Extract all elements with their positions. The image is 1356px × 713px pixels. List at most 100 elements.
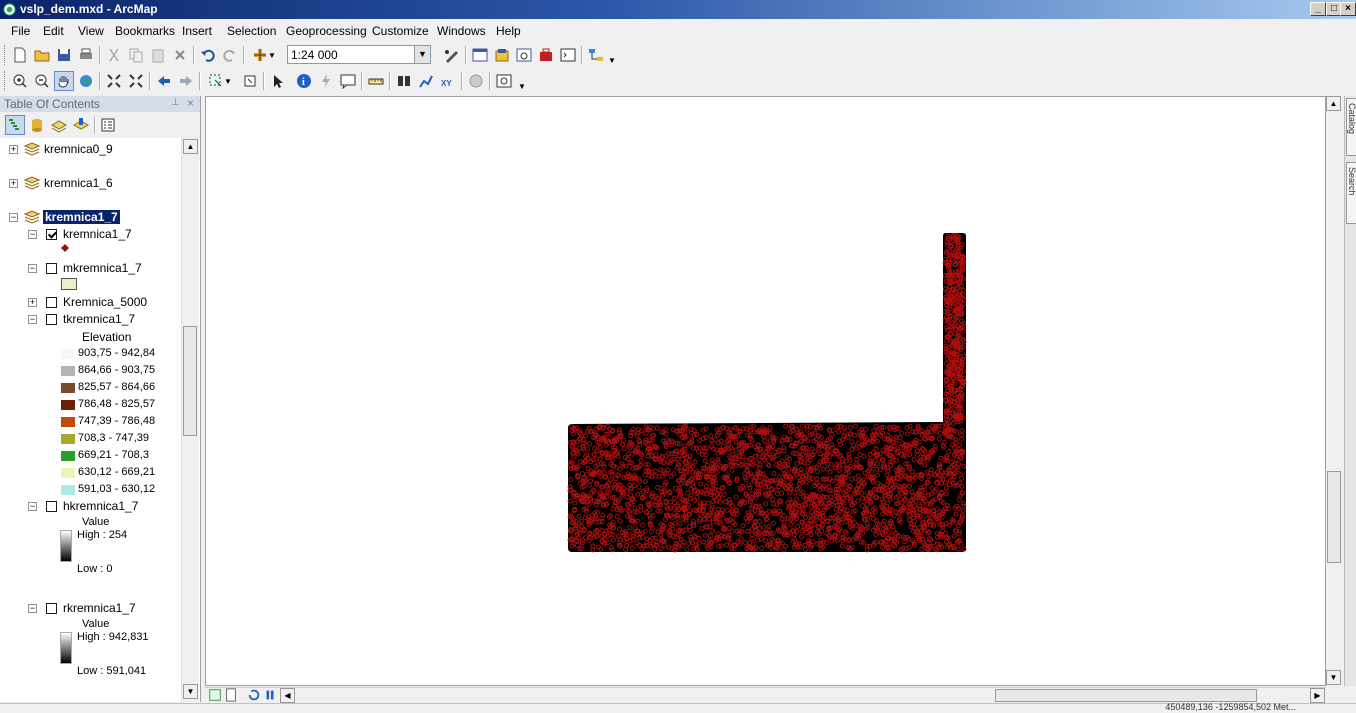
fixed-zoom-out-icon[interactable] <box>126 71 146 91</box>
scroll-thumb[interactable] <box>183 326 197 436</box>
menu-customize[interactable]: Customize <box>372 24 429 38</box>
catalog-tab[interactable]: Catalog <box>1346 98 1356 156</box>
identify-icon[interactable]: i <box>294 71 314 91</box>
minimize-button[interactable]: _ <box>1310 2 1326 16</box>
zoom-in-icon[interactable] <box>10 71 30 91</box>
delete-icon[interactable] <box>170 45 190 65</box>
collapse-icon[interactable]: − <box>28 264 37 273</box>
collapse-icon[interactable]: − <box>28 502 37 511</box>
list-by-source-icon[interactable] <box>27 115 47 135</box>
menu-help[interactable]: Help <box>496 24 521 38</box>
layer-visibility-checkbox[interactable] <box>46 314 57 325</box>
list-by-drawing-order-icon[interactable] <box>5 115 25 135</box>
hyperlink-icon[interactable] <box>316 71 336 91</box>
add-data-icon[interactable]: ▼ <box>248 45 280 65</box>
layer-visibility-checkbox[interactable] <box>46 229 57 240</box>
viewer-window-icon[interactable] <box>494 71 514 91</box>
undo-icon[interactable] <box>198 45 218 65</box>
menu-bookmarks[interactable]: Bookmarks <box>115 24 175 38</box>
select-elements-icon[interactable] <box>268 71 288 91</box>
menu-windows[interactable]: Windows <box>437 24 486 38</box>
search-tab[interactable]: Search <box>1346 162 1356 224</box>
close-icon[interactable]: × <box>187 96 194 110</box>
data-view-icon[interactable] <box>208 688 222 702</box>
layer-visibility-checkbox[interactable] <box>46 603 57 614</box>
scroll-down-icon[interactable]: ▼ <box>183 684 198 699</box>
layout-view-icon[interactable] <box>224 688 238 702</box>
scroll-down-icon[interactable]: ▼ <box>1326 670 1341 685</box>
expand-icon[interactable]: + <box>28 298 37 307</box>
collapse-icon[interactable]: − <box>28 230 37 239</box>
measure-icon[interactable] <box>366 71 386 91</box>
go-to-xy-icon[interactable]: XY <box>438 71 458 91</box>
layer-kremnica1-6[interactable]: kremnica1_6 <box>44 176 113 190</box>
scroll-thumb[interactable] <box>995 689 1257 702</box>
print-icon[interactable] <box>76 45 96 65</box>
menu-insert[interactable]: Insert <box>182 24 212 38</box>
paste-icon[interactable] <box>148 45 168 65</box>
toolbar-grip[interactable] <box>4 45 8 65</box>
collapse-icon[interactable]: − <box>28 604 37 613</box>
refresh-icon[interactable] <box>247 688 261 702</box>
layer-tkremnica1-7[interactable]: tkremnica1_7 <box>63 312 135 326</box>
pan-icon[interactable] <box>54 71 74 91</box>
toolbar-grip[interactable] <box>4 71 8 91</box>
redo-icon[interactable] <box>220 45 240 65</box>
pin-icon[interactable]: ⊥ <box>171 97 180 108</box>
layer-mkremnica1-7[interactable]: mkremnica1_7 <box>63 261 142 275</box>
layer-visibility-checkbox[interactable] <box>46 263 57 274</box>
layer-kremnica1-7-group[interactable]: kremnica1_7 <box>43 210 120 224</box>
html-popup-icon[interactable] <box>338 71 358 91</box>
find-icon[interactable] <box>394 71 414 91</box>
back-icon[interactable] <box>154 71 174 91</box>
catalog-icon[interactable] <box>492 45 512 65</box>
zoom-out-icon[interactable] <box>32 71 52 91</box>
map-vertical-scrollbar[interactable]: ▲ ▼ <box>1326 96 1342 686</box>
map-scale-combo[interactable]: 1:24 000 ▼ <box>287 45 431 64</box>
layer-rkremnica1-7[interactable]: rkremnica1_7 <box>63 601 136 615</box>
full-extent-icon[interactable] <box>76 71 96 91</box>
expand-icon[interactable]: + <box>9 145 18 154</box>
scroll-up-icon[interactable]: ▲ <box>1326 96 1341 111</box>
model-builder-icon[interactable] <box>586 45 606 65</box>
fixed-zoom-in-icon[interactable] <box>104 71 124 91</box>
forward-icon[interactable] <box>176 71 196 91</box>
new-icon[interactable] <box>10 45 30 65</box>
toc-window-icon[interactable] <box>470 45 490 65</box>
toolbar-options-icon[interactable]: ▼ <box>518 82 526 91</box>
map-canvas[interactable] <box>206 97 1325 685</box>
menu-file[interactable]: File <box>11 24 30 38</box>
list-by-selection-icon[interactable] <box>71 115 91 135</box>
layer-hkremnica1-7[interactable]: hkremnica1_7 <box>63 499 138 513</box>
map-horizontal-scrollbar[interactable]: ◀ ▶ <box>205 687 1326 704</box>
select-features-icon[interactable]: ▼ <box>204 71 236 91</box>
expand-icon[interactable]: + <box>9 179 18 188</box>
options-icon[interactable] <box>98 115 118 135</box>
close-button[interactable]: × <box>1340 2 1356 16</box>
menu-edit[interactable]: Edit <box>43 24 64 38</box>
list-by-visibility-icon[interactable] <box>49 115 69 135</box>
scroll-thumb[interactable] <box>1327 471 1341 563</box>
scroll-left-icon[interactable]: ◀ <box>280 688 295 703</box>
layer-kremnica0-9[interactable]: kremnica0_9 <box>44 142 113 156</box>
collapse-icon[interactable]: − <box>28 315 37 324</box>
time-slider-icon[interactable] <box>466 71 486 91</box>
scroll-right-icon[interactable]: ▶ <box>1310 688 1325 703</box>
menu-geoprocessing[interactable]: Geoprocessing <box>286 24 367 38</box>
layer-visibility-checkbox[interactable] <box>46 501 57 512</box>
find-route-icon[interactable] <box>416 71 436 91</box>
chevron-down-icon[interactable]: ▼ <box>414 46 430 63</box>
toolbar-options-icon[interactable]: ▼ <box>608 56 616 65</box>
pause-drawing-icon[interactable] <box>263 688 277 702</box>
search-window-icon[interactable] <box>514 45 534 65</box>
editor-icon[interactable] <box>442 45 462 65</box>
layer-kremnica1-7-points[interactable]: kremnica1_7 <box>63 227 132 241</box>
menu-view[interactable]: View <box>78 24 104 38</box>
save-icon[interactable] <box>54 45 74 65</box>
map-display[interactable] <box>205 96 1326 686</box>
layer-visibility-checkbox[interactable] <box>46 297 57 308</box>
copy-icon[interactable] <box>126 45 146 65</box>
clear-selection-icon[interactable] <box>240 71 260 91</box>
collapse-icon[interactable]: − <box>9 213 18 222</box>
layer-kremnica-5000[interactable]: Kremnica_5000 <box>63 295 147 309</box>
